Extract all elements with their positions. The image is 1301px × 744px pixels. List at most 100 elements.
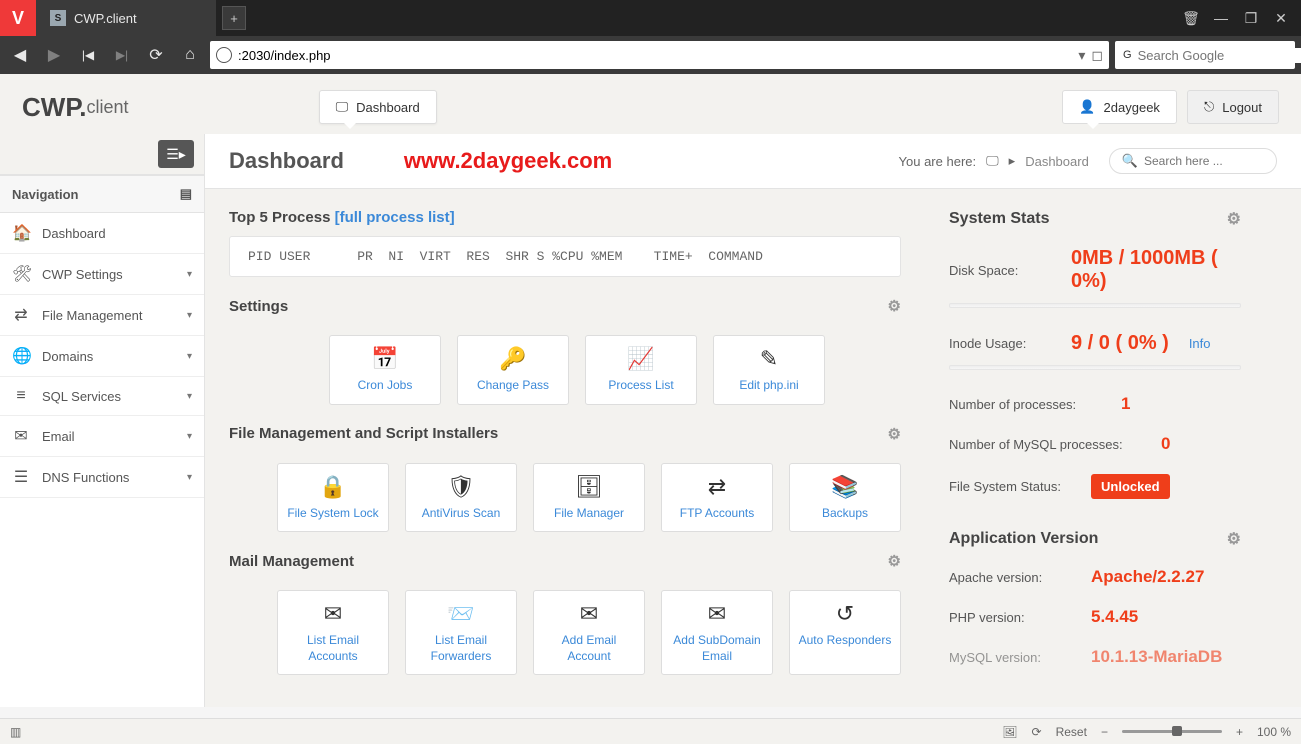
tile-file-manager[interactable]: 🗄 File Manager [533,463,645,533]
vivaldi-logo[interactable]: V [0,0,36,36]
tile-list-email-accounts[interactable]: ✉ List Email Accounts [277,590,389,675]
back-button[interactable]: ◀ [6,41,34,69]
dashboard-top-label: Dashboard [356,100,420,115]
apache-label: Apache version: [949,570,1079,585]
tile-label: Change Pass [477,378,549,394]
browser-tab[interactable]: S CWP.client [36,0,216,36]
panel-icon[interactable]: ▤ [180,186,192,202]
zoom-out[interactable]: − [1101,725,1108,739]
page-search-input[interactable] [1144,154,1264,168]
inode-bar [949,365,1241,370]
mail-section: Mail Management ⚙ ✉ List Email Accounts📨… [229,552,901,675]
tile-antivirus-scan[interactable]: 🛡 AntiVirus Scan [405,463,517,533]
user-menu[interactable]: 👤 2daygeek [1062,90,1177,124]
zoom-in[interactable]: + [1236,725,1243,739]
tile-icon: 📨 [447,601,474,627]
bookmark-icon[interactable]: ◻ [1091,47,1103,64]
fs-label: File System Status: [949,479,1079,494]
sidebar-item-label: Email [42,429,75,444]
url-field[interactable]: ▾ ◻ [210,41,1109,69]
sidebar-item-dashboard[interactable]: 🏠 Dashboard [0,213,204,254]
tile-edit-php-ini[interactable]: ✎ Edit php.ini [713,335,825,405]
browser-search[interactable]: G ▾ [1115,41,1295,69]
url-input[interactable] [238,48,1072,63]
info-link[interactable]: Info [1189,336,1211,351]
minimize-button[interactable]: — [1211,10,1231,26]
zoom-slider[interactable] [1122,730,1222,733]
gear-icon[interactable]: ⚙ [888,552,901,570]
sidebar-toggle[interactable]: ☰▸ [158,140,194,168]
dashboard-top-tab[interactable]: 🖵 Dashboard [319,90,437,124]
tile-file-system-lock[interactable]: 🔒 File System Lock [277,463,389,533]
proc-label: Number of processes: [949,397,1109,412]
reset-zoom[interactable]: Reset [1056,725,1087,739]
chevron-down-icon: ▾ [187,310,192,321]
sidebar-item-file-management[interactable]: ⇄ File Management ▾ [0,295,204,336]
gear-icon[interactable]: ⚙ [888,297,901,315]
page-search[interactable]: 🔍 [1109,148,1277,174]
tab-bar: V S CWP.client + 🗑 — ❐ ✕ [0,0,1301,36]
trash-icon[interactable]: 🗑 [1181,10,1201,27]
full-process-link[interactable]: [full process list] [335,209,455,226]
tile-add-email-account[interactable]: ✉ Add Email Account [533,590,645,675]
stats-title: System Stats [949,210,1050,228]
globe-icon [216,47,232,63]
close-button[interactable]: ✕ [1271,10,1291,27]
sidebar-item-email[interactable]: ✉ Email ▾ [0,416,204,457]
mail-title: Mail Management [229,553,354,570]
chevron-down-icon: ▾ [187,472,192,483]
sidebar-item-dns-functions[interactable]: ☰ DNS Functions ▾ [0,457,204,498]
sidebar-item-sql-services[interactable]: ≡ SQL Services ▾ [0,377,204,416]
forward-button[interactable]: ▶ [40,41,68,69]
settings-title: Settings [229,298,288,315]
reload-button[interactable]: ⟳ [142,41,170,69]
sidebar-item-domains[interactable]: 🌐 Domains ▾ [0,336,204,377]
content: Top 5 Process [full process list] PID US… [205,189,925,707]
fs-status-badge: Unlocked [1091,474,1170,499]
gear-icon[interactable]: ⚙ [1227,209,1241,229]
tile-icon: 🔑 [499,346,526,372]
panel-toggle-icon[interactable]: ▥ [10,725,21,739]
db-icon: ≡ [12,387,30,405]
logo-main: CWP. [22,92,87,123]
tile-label: List Email Accounts [284,633,382,664]
browser-search-input[interactable] [1138,48,1301,63]
tile-backups[interactable]: 📚 Backups [789,463,901,533]
tile-list-email-forwarders[interactable]: 📨 List Email Forwarders [405,590,517,675]
stack-icon: ☰ [12,467,30,487]
sidebar-item-cwp-settings[interactable]: 🛠 CWP Settings ▾ [0,254,204,295]
tile-cron-jobs[interactable]: 📅 Cron Jobs [329,335,441,405]
sidebar-item-label: CWP Settings [42,267,123,282]
dropdown-icon[interactable]: ▾ [1078,47,1085,64]
home-button[interactable]: ⌂ [176,41,204,69]
process-section: Top 5 Process [full process list] PID US… [229,209,901,277]
appver-title: Application Version [949,530,1098,548]
fast-forward-button[interactable]: ▶| [108,41,136,69]
zoom-value: 100 % [1257,725,1291,739]
breadcrumb-item[interactable]: Dashboard [1025,154,1089,169]
logout-button[interactable]: ⎋ Logout [1187,90,1279,124]
breadcrumb-prefix: You are here: [899,154,977,169]
sync-icon[interactable]: ⟳ [1032,725,1042,739]
maximize-button[interactable]: ❐ [1241,10,1261,27]
tile-process-list[interactable]: 📈 Process List [585,335,697,405]
sidebar-item-label: DNS Functions [42,470,129,485]
tile-ftp-accounts[interactable]: ⇄ FTP Accounts [661,463,773,533]
nav-header-label: Navigation [12,187,78,202]
body-row: ☰▸ Navigation ▤ 🏠 Dashboard 🛠 CWP Settin… [0,134,1301,707]
php-label: PHP version: [949,610,1079,625]
php-value: 5.4.45 [1091,607,1138,627]
tile-label: File System Lock [287,506,378,522]
rewind-button[interactable]: |◀ [74,41,102,69]
tile-auto-responders[interactable]: ↺ Auto Responders [789,590,901,675]
images-icon[interactable]: 🖼 [1002,725,1017,739]
tile-label: Add SubDomain Email [668,633,766,664]
gear-icon[interactable]: ⚙ [1227,529,1241,549]
tile-add-subdomain-email[interactable]: ✉ Add SubDomain Email [661,590,773,675]
tile-change-pass[interactable]: 🔑 Change Pass [457,335,569,405]
home-icon: 🏠 [12,223,30,243]
new-tab-button[interactable]: + [222,6,246,30]
gear-icon[interactable]: ⚙ [888,425,901,443]
disk-label: Disk Space: [949,263,1059,278]
tab-favicon: S [50,10,66,26]
